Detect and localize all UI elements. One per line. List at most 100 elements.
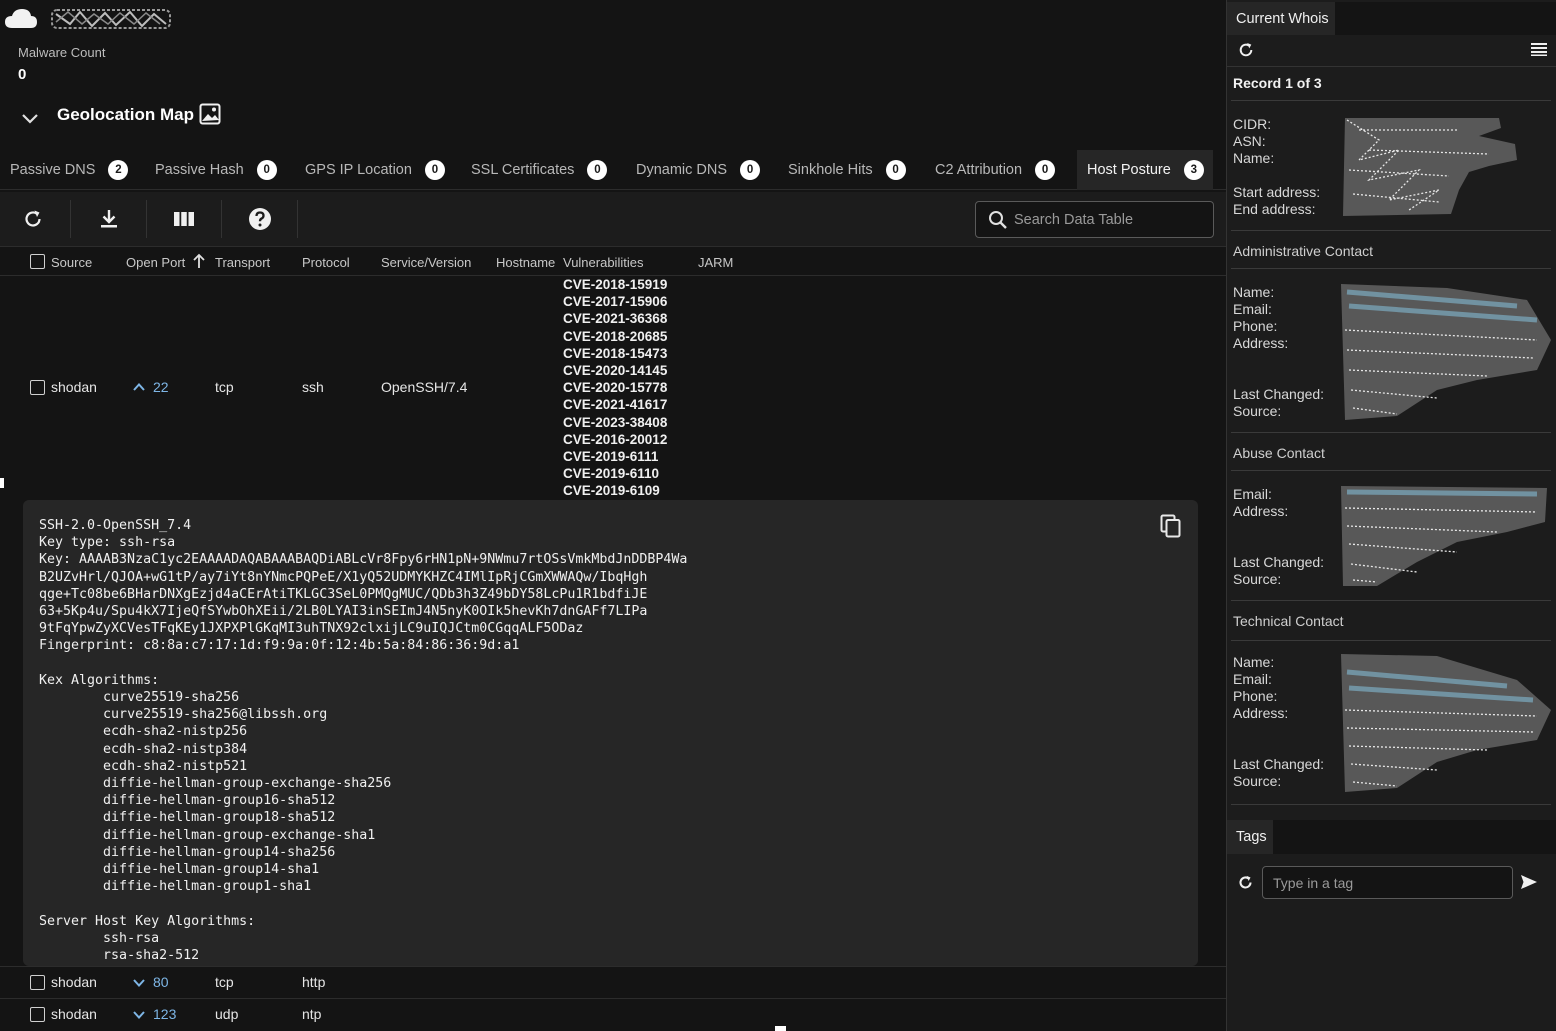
cell-open-port[interactable]: 80 [153, 974, 169, 990]
count-badge: 0 [1035, 160, 1056, 180]
geolocation-map-title: Geolocation Map [57, 105, 194, 124]
count-badge: 0 [424, 160, 445, 180]
cell-protocol: ntp [302, 1006, 322, 1022]
count-badge: 0 [587, 160, 608, 180]
refresh-button[interactable] [18, 204, 48, 234]
cloud-icon [5, 9, 37, 28]
redacted-network-values [1343, 118, 1517, 216]
field-label: Name: [1233, 284, 1275, 300]
tab-label: SSL Certificates [471, 162, 575, 178]
tab-gps-ip-location[interactable]: GPS IP Location 0 [295, 150, 455, 190]
cell-open-port[interactable]: 22 [153, 379, 169, 395]
vulnerability-item: CVE-2018-20685 [563, 328, 668, 344]
table-row[interactable]: shodan 22 tcp ssh OpenSSH/7.4 CVE-2018-1… [0, 276, 1226, 498]
field-label: Source: [1233, 403, 1282, 419]
scroll-marker [775, 1026, 786, 1031]
select-all-checkbox[interactable] [30, 254, 45, 269]
table-row[interactable]: shodan 80 tcp http [0, 966, 1226, 997]
tab-label: GPS IP Location [305, 162, 412, 178]
redacted-abuse-values [1341, 486, 1547, 586]
administrative-contact-title: Administrative Contact [1233, 243, 1374, 259]
resize-marker [0, 478, 4, 488]
chevron-down-icon[interactable] [132, 1009, 146, 1021]
vulnerability-item: CVE-2016-20012 [563, 431, 668, 447]
image-icon[interactable] [199, 103, 221, 125]
copy-icon[interactable] [1160, 514, 1182, 538]
columns-button[interactable] [169, 204, 199, 234]
send-icon[interactable] [1520, 874, 1538, 890]
sort-ascending-icon[interactable] [192, 253, 206, 269]
tab-passive-hash[interactable]: Passive Hash 0 [145, 150, 290, 190]
tags-tab-bar: Tags [1227, 820, 1556, 854]
search-input[interactable]: Search Data Table [975, 201, 1214, 238]
cell-protocol: http [302, 974, 326, 990]
tab-current-whois[interactable]: Current Whois [1227, 2, 1335, 35]
field-label: Start address: [1233, 184, 1321, 200]
tab-bar-filler [1335, 2, 1556, 35]
help-button[interactable] [245, 204, 275, 234]
cell-transport: tcp [215, 379, 234, 395]
tab-label: Passive DNS [10, 162, 96, 178]
chevron-up-icon[interactable] [132, 381, 146, 393]
data-tabs: Passive DNS 2 Passive Hash 0 GPS IP Loca… [0, 150, 1226, 190]
whois-abuse-fields: Email: Address: Last Changed: Source: [1233, 486, 1324, 588]
column-header-jarm[interactable]: JARM [698, 255, 733, 270]
column-header-vulnerabilities[interactable]: Vulnerabilities [563, 255, 643, 270]
vulnerability-item: CVE-2019-6111 [563, 449, 659, 465]
cell-transport: udp [215, 1006, 239, 1022]
vulnerability-item: CVE-2019-6109 [563, 483, 660, 499]
field-label: Email: [1233, 486, 1272, 502]
tab-dynamic-dns[interactable]: Dynamic DNS 0 [626, 150, 772, 190]
technical-contact-title: Technical Contact [1233, 613, 1344, 629]
column-header-source[interactable]: Source [51, 255, 92, 270]
field-label: Address: [1233, 503, 1289, 519]
column-header-open-port[interactable]: Open Port [126, 255, 185, 270]
field-label: Phone: [1233, 688, 1278, 704]
row-checkbox[interactable] [30, 1007, 45, 1022]
tab-tags[interactable]: Tags [1227, 820, 1273, 854]
chevron-down-icon[interactable] [132, 977, 146, 989]
field-label: Last Changed: [1233, 554, 1325, 570]
cell-source: shodan [51, 974, 97, 990]
column-header-transport[interactable]: Transport [215, 255, 270, 270]
cell-protocol: ssh [302, 379, 324, 395]
field-label: Name: [1233, 150, 1275, 166]
row-checkbox[interactable] [30, 380, 45, 395]
redacted-technical-values [1341, 654, 1551, 792]
field-label: CIDR: [1233, 116, 1272, 132]
tab-label: Dynamic DNS [636, 162, 728, 178]
cell-service-version: OpenSSH/7.4 [381, 379, 468, 395]
tab-label: C2 Attribution [935, 162, 1023, 178]
download-button[interactable] [94, 204, 124, 234]
table-row[interactable]: shodan 123 udp ntp [0, 998, 1226, 1029]
tab-sinkhole-hits[interactable]: Sinkhole Hits 0 [778, 150, 920, 190]
cell-vulnerabilities: CVE-2018-15919 CVE-2017-15906 CVE-2021-3… [563, 276, 667, 500]
chevron-down-icon[interactable] [20, 108, 40, 128]
tab-label: Sinkhole Hits [788, 162, 873, 178]
refresh-icon[interactable] [1237, 874, 1254, 891]
field-label: Source: [1233, 571, 1282, 587]
redacted-hostname [51, 9, 171, 29]
malware-count-label: Malware Count [18, 45, 106, 60]
field-label: Last Changed: [1233, 756, 1325, 772]
cell-open-port[interactable]: 123 [153, 1006, 176, 1022]
menu-icon[interactable] [1531, 42, 1547, 56]
tab-passive-dns[interactable]: Passive DNS 2 [0, 150, 140, 190]
tab-label: Passive Hash [155, 162, 244, 178]
help-icon [249, 208, 271, 230]
row-checkbox[interactable] [30, 975, 45, 990]
field-label: Email: [1233, 671, 1272, 687]
field-label: Address: [1233, 335, 1289, 351]
ssh-banner-text: SSH-2.0-OpenSSH_7.4 Key type: ssh-rsa Ke… [39, 518, 688, 964]
whois-admin-fields: Name: Email: Phone: Address: Last Change… [1233, 284, 1324, 420]
count-badge: 2 [108, 160, 129, 180]
refresh-icon[interactable] [1237, 41, 1255, 59]
tag-input[interactable]: Type in a tag [1262, 866, 1513, 899]
tab-c2-attribution[interactable]: C2 Attribution 0 [925, 150, 1070, 190]
whois-panel: Current Whois Record 1 of 3 CIDR: ASN: N… [1226, 0, 1556, 1031]
tab-ssl-certificates[interactable]: SSL Certificates 0 [461, 150, 621, 190]
column-header-protocol[interactable]: Protocol [302, 255, 350, 270]
tab-host-posture[interactable]: Host Posture 3 [1077, 150, 1213, 190]
column-header-service-version[interactable]: Service/Version [381, 255, 471, 270]
column-header-hostname[interactable]: Hostname [496, 255, 555, 270]
